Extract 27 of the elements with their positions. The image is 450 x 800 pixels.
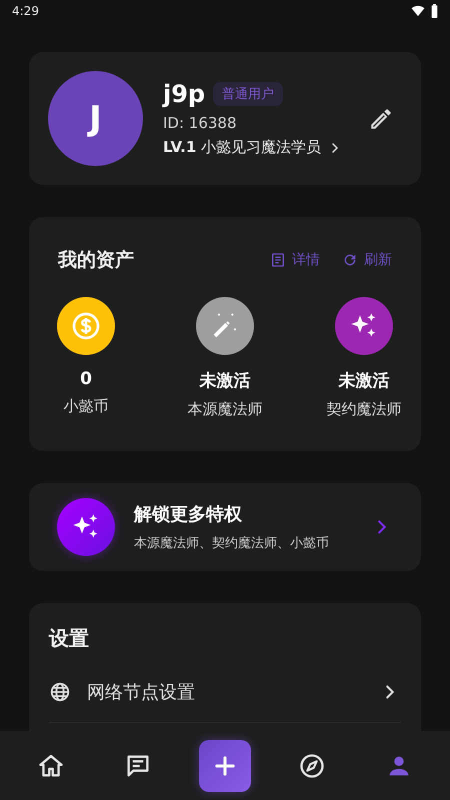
section-title: 设置 [49,625,90,652]
nav-add-button[interactable] [198,740,251,792]
section-title: 我的资产 [58,248,134,273]
asset-value: 未激活 [338,370,390,392]
avatar[interactable]: J [48,71,143,166]
asset-value: 未激活 [200,370,250,392]
dollar-coin-icon [70,310,102,342]
compass-icon [298,752,326,780]
battery-icon [431,4,438,18]
sparkles-icon [57,498,115,556]
level-link[interactable]: LV.1 小懿见习魔法学员 [163,138,322,157]
document-icon [270,252,286,268]
asset-label: 本源魔法师 [188,400,262,419]
user-type-badge: 普通用户 [213,82,284,106]
refresh-icon [342,252,358,268]
asset-label: 契约魔法师 [326,400,402,419]
user-name: j9p [163,80,206,108]
unlock-privileges-card[interactable]: 解锁更多特权 本源魔法师、契约魔法师、小懿币 [29,483,421,571]
promo-subtitle: 本源魔法师、契约魔法师、小懿币 [134,535,330,552]
clock-time: 4:29 [12,4,39,18]
promo-title: 解锁更多特权 [134,503,243,526]
asset-value: 0 [80,369,92,389]
settings-item[interactable]: 网络节点设置 [49,680,401,723]
globe-icon [49,681,71,703]
asset-label: 小懿币 [64,397,108,416]
wifi-icon [411,5,425,17]
user-id: ID: 16388 [163,114,238,132]
